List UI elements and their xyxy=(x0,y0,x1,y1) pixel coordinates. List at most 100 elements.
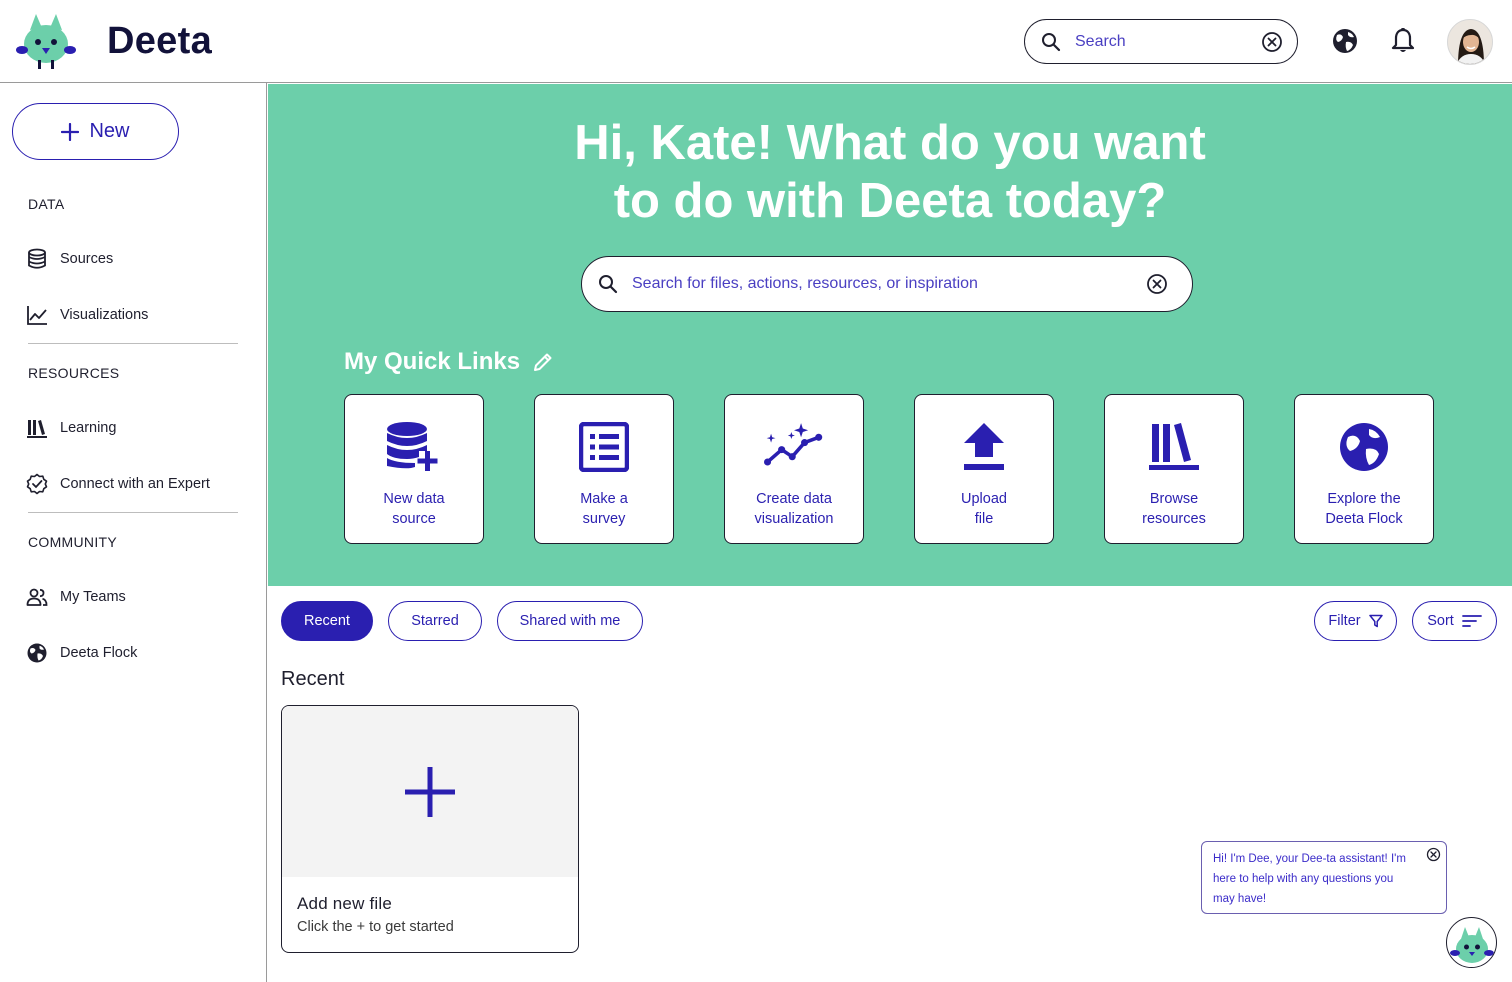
quick-link-label-line2: resources xyxy=(1142,511,1206,527)
sort-button[interactable]: Sort xyxy=(1412,601,1497,641)
list-form-icon xyxy=(574,417,634,477)
quick-link-label: New data source xyxy=(354,489,474,529)
sidebar-item-label: Connect with an Expert xyxy=(60,476,210,492)
sidebar-item-label: Visualizations xyxy=(60,307,149,323)
quick-link-upload-file[interactable]: Upload file xyxy=(914,394,1054,544)
quick-link-make-survey[interactable]: Make a survey xyxy=(534,394,674,544)
tab-label: Recent xyxy=(304,613,350,629)
database-plus-icon xyxy=(384,417,444,477)
notifications-button[interactable] xyxy=(1389,26,1417,56)
globe-icon xyxy=(1334,417,1394,477)
assistant-avatar-button[interactable] xyxy=(1446,917,1497,968)
sort-button-label: Sort xyxy=(1427,613,1454,629)
quick-link-label: Explore the Deeta Flock xyxy=(1304,489,1424,529)
sidebar-item-learning[interactable]: Learning xyxy=(26,414,116,442)
globe-icon xyxy=(26,642,48,664)
tab-shared-with-me[interactable]: Shared with me xyxy=(497,601,643,641)
sidebar-item-label: Deeta Flock xyxy=(60,645,138,661)
clear-search-icon[interactable] xyxy=(1146,273,1168,295)
quick-link-label: Browse resources xyxy=(1114,489,1234,529)
section-header-resources: RESOURCES xyxy=(28,365,120,381)
sidebar-item-visualizations[interactable]: Visualizations xyxy=(26,301,148,329)
edit-pencil-icon[interactable] xyxy=(532,351,554,373)
sidebar-item-connect-expert[interactable]: Connect with an Expert xyxy=(26,470,210,498)
filter-button-label: Filter xyxy=(1328,613,1361,629)
verified-badge-icon xyxy=(26,473,48,495)
hero-search-input[interactable] xyxy=(632,275,1146,293)
clear-search-icon[interactable] xyxy=(1261,31,1283,53)
assistant-message-bubble: Hi! I'm Dee, your Dee-ta assistant! I'm … xyxy=(1201,841,1447,914)
quick-links-heading: My Quick Links xyxy=(344,348,554,376)
add-file-subtitle: Click the + to get started xyxy=(297,919,454,935)
sidebar: New DATA Sources Visualizations RESOURCE… xyxy=(0,83,267,982)
sidebar-divider xyxy=(28,512,238,513)
brand[interactable]: Deeta xyxy=(16,12,212,70)
quick-link-new-data-source[interactable]: New data source xyxy=(344,394,484,544)
tab-starred[interactable]: Starred xyxy=(388,601,482,641)
sidebar-item-deeta-flock[interactable]: Deeta Flock xyxy=(26,639,137,667)
deeta-bird-logo-icon xyxy=(16,14,76,69)
quick-link-browse-resources[interactable]: Browse resources xyxy=(1104,394,1244,544)
funnel-icon xyxy=(1368,614,1383,628)
hero-search-bar[interactable] xyxy=(581,256,1193,312)
section-header-community: COMMUNITY xyxy=(28,534,118,550)
quick-link-label-line1: Upload xyxy=(961,491,1007,507)
upload-icon xyxy=(954,417,1014,477)
quick-link-label-line1: Create data xyxy=(756,491,832,507)
sidebar-item-my-teams[interactable]: My Teams xyxy=(26,583,126,611)
quick-link-label: Create data visualization xyxy=(734,489,854,529)
new-button-label: New xyxy=(89,120,130,142)
quick-link-label-line2: visualization xyxy=(754,511,834,527)
hero-greeting: Hi, Kate! What do you want to do with De… xyxy=(268,114,1512,230)
people-icon xyxy=(26,586,48,608)
quick-link-label: Upload file xyxy=(924,489,1044,529)
top-search-input[interactable] xyxy=(1075,32,1235,51)
quick-link-label-line1: Explore the xyxy=(1327,491,1401,507)
library-icon xyxy=(26,417,48,439)
hero-greeting-line1: Hi, Kate! What do you want xyxy=(574,116,1206,170)
hero-banner: Hi, Kate! What do you want to do with De… xyxy=(268,84,1512,586)
quick-link-label-line2: Deeta Flock xyxy=(1325,511,1403,527)
deeta-bird-icon xyxy=(1449,926,1494,963)
hero-greeting-line2: to do with Deeta today? xyxy=(613,174,1167,228)
app-name: Deeta xyxy=(107,20,212,62)
add-file-title: Add new file xyxy=(297,894,393,913)
quick-link-label-line2: survey xyxy=(582,511,626,527)
search-icon xyxy=(1042,32,1061,51)
sidebar-item-label: My Teams xyxy=(60,589,126,605)
search-icon xyxy=(599,275,618,294)
sidebar-divider xyxy=(28,343,238,344)
quick-link-label-line1: Make a xyxy=(580,491,628,507)
section-header-data: DATA xyxy=(28,196,65,212)
user-avatar[interactable] xyxy=(1447,19,1493,65)
language-globe-button[interactable] xyxy=(1330,26,1360,56)
bell-icon xyxy=(1391,28,1415,52)
quick-link-explore-flock[interactable]: Explore the Deeta Flock xyxy=(1294,394,1434,544)
filter-button[interactable]: Filter xyxy=(1314,601,1397,641)
close-icon[interactable] xyxy=(1426,847,1441,862)
quick-link-label: Make a survey xyxy=(544,489,664,529)
line-chart-icon xyxy=(26,304,48,326)
add-file-thumbnail xyxy=(282,706,578,877)
sidebar-item-label: Sources xyxy=(60,251,114,267)
quick-link-label-line2: source xyxy=(392,511,436,527)
new-button[interactable]: New xyxy=(12,103,179,160)
quick-link-label-line1: Browse xyxy=(1149,491,1199,507)
plus-icon xyxy=(61,122,80,141)
sparkle-chart-icon xyxy=(764,417,824,477)
large-plus-icon xyxy=(405,766,455,817)
tab-recent[interactable]: Recent xyxy=(281,601,373,641)
user-photo-icon xyxy=(1448,20,1492,64)
globe-icon xyxy=(1333,29,1357,53)
top-bar: Deeta xyxy=(0,0,1512,83)
sidebar-item-label: Learning xyxy=(60,420,117,436)
sort-lines-icon xyxy=(1461,615,1482,627)
quick-links-title: My Quick Links xyxy=(344,348,521,375)
quick-link-label-line2: file xyxy=(974,511,994,527)
library-icon xyxy=(1144,417,1204,477)
tab-label: Shared with me xyxy=(519,613,621,629)
add-new-file-card[interactable]: Add new file Click the + to get started xyxy=(281,705,579,953)
sidebar-item-sources[interactable]: Sources xyxy=(26,245,113,273)
quick-link-create-visualization[interactable]: Create data visualization xyxy=(724,394,864,544)
top-search-bar[interactable] xyxy=(1024,19,1298,64)
